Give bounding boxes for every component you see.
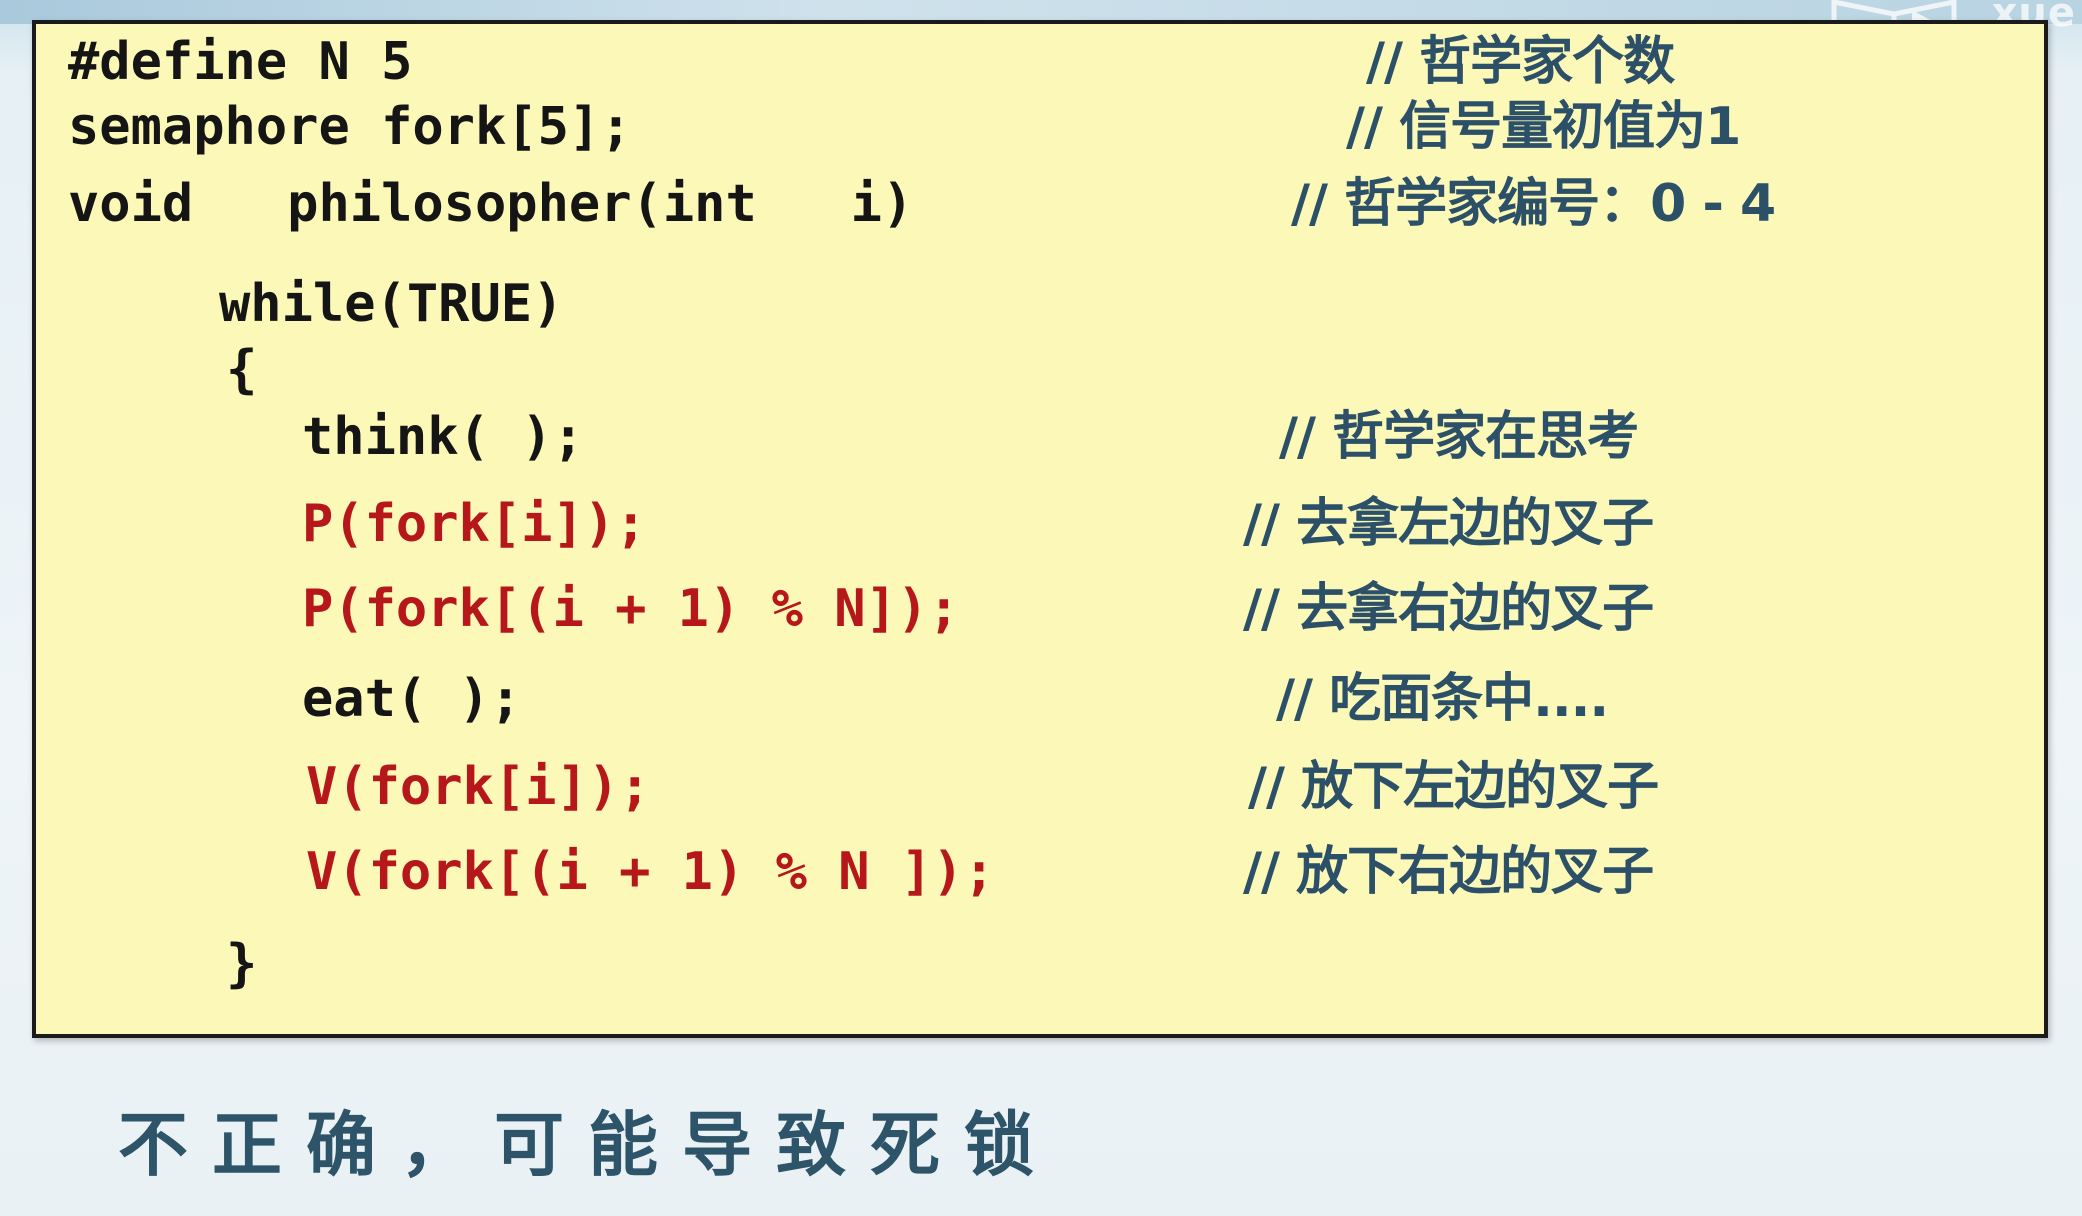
conclusion-text: 不正确，可能导致死锁 <box>118 1104 1058 1186</box>
code-box: #define N 5 // 哲学家个数 semaphore fork[5]; … <box>32 20 2048 1038</box>
comment-eating: // 吃面条中.... <box>1276 669 1609 729</box>
comment-take-right-fork: // 去拿右边的叉子 <box>1243 579 1654 639</box>
comment-semaphore-init: // 信号量初值为1 <box>1346 97 1741 157</box>
code-line-close-brace: } <box>226 934 258 994</box>
code-line-semaphore: semaphore fork[5]; <box>68 97 632 157</box>
comment-put-left-fork: // 放下左边的叉子 <box>1248 757 1659 817</box>
code-line-eat: eat( ); <box>302 669 522 729</box>
comment-philosopher-count: // 哲学家个数 <box>1366 32 1675 92</box>
code-line-function-signature: void philosopher(int i) <box>68 174 914 234</box>
comment-take-left-fork: // 去拿左边的叉子 <box>1243 494 1654 554</box>
code-line-while: while(TRUE) <box>219 274 564 334</box>
comment-philosopher-id: // 哲学家编号：0 - 4 <box>1291 174 1776 234</box>
code-line-v-right-fork: V(fork[(i + 1) % N ]); <box>306 842 995 902</box>
code-line-define: #define N 5 <box>68 32 413 92</box>
code-line-p-right-fork: P(fork[(i + 1) % N]); <box>302 579 960 639</box>
comment-thinking: // 哲学家在思考 <box>1279 407 1639 467</box>
code-line-think: think( ); <box>302 407 584 467</box>
code-line-p-left-fork: P(fork[i]); <box>302 494 647 554</box>
code-line-v-left-fork: V(fork[i]); <box>306 757 651 817</box>
code-line-open-brace: { <box>226 340 258 400</box>
comment-put-right-fork: // 放下右边的叉子 <box>1243 842 1654 902</box>
